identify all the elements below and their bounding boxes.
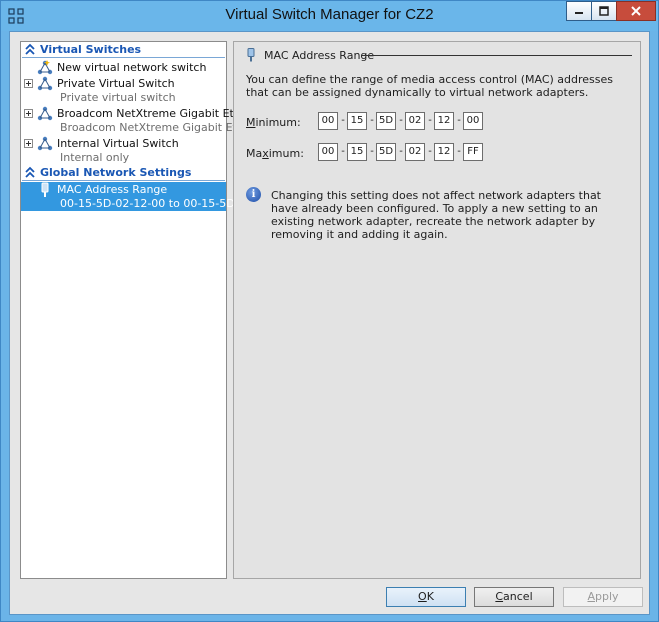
cancel-button[interactable]: Cancel <box>474 587 554 607</box>
network-switch-icon <box>37 76 53 91</box>
apply-access-key: A <box>587 590 595 603</box>
info-icon: i <box>246 187 261 202</box>
mac-address-icon <box>247 48 255 62</box>
window-title: Virtual Switch Manager for CZ2 <box>225 6 434 23</box>
switch-sublabel: Private virtual switch <box>60 91 176 104</box>
group-title: MAC Address Range <box>264 49 375 62</box>
maximum-octet-1[interactable]: 00 <box>318 143 338 161</box>
description-text: You can define the range of media access… <box>246 73 614 99</box>
mac-item-label: MAC Address Range <box>57 183 168 196</box>
maximum-octet-5[interactable]: 12 <box>434 143 454 161</box>
network-switch-icon <box>37 106 53 121</box>
maximize-button[interactable] <box>591 1 617 21</box>
maximum-octet-6[interactable]: FF <box>463 143 483 161</box>
maximum-label-prefix: Ma <box>246 147 263 160</box>
new-switch-icon <box>37 60 53 75</box>
ok-label: K <box>426 590 434 603</box>
maximum-label: Maximum: <box>246 147 304 160</box>
maximum-octet-2[interactable]: 15 <box>347 143 367 161</box>
octet-separator: - <box>341 146 345 157</box>
maximize-icon <box>599 6 609 16</box>
switch-item-broadcom[interactable]: Broadcom NetXtreme Gigabit Ether... Broa… <box>21 106 265 136</box>
maximum-label-text: imum: <box>268 147 304 160</box>
minimum-octet-3[interactable]: 5D <box>376 112 396 130</box>
virtual-switch-manager-window: Virtual Switch Manager for CZ2 Virtual S… <box>0 0 659 622</box>
minimum-octet-1[interactable]: 00 <box>318 112 338 130</box>
dialog-client-area: Virtual Switches New virtual network swi… <box>9 31 650 615</box>
expand-icon[interactable] <box>24 79 33 88</box>
octet-separator: - <box>370 115 374 126</box>
navigation-tree[interactable]: Virtual Switches New virtual network swi… <box>20 41 265 579</box>
collapse-chevron-icon <box>25 43 35 55</box>
cancel-access-key: C <box>495 590 504 603</box>
octet-separator: - <box>399 115 403 126</box>
octet-separator: - <box>399 146 403 157</box>
group-divider <box>362 55 632 56</box>
close-icon <box>631 6 641 16</box>
octet-separator: - <box>428 146 432 157</box>
octet-separator: - <box>341 115 345 126</box>
close-button[interactable] <box>616 1 656 21</box>
apply-label: pply <box>595 590 619 603</box>
octet-separator: - <box>370 146 374 157</box>
mac-item-sublabel: 00-15-5D-02-12-00 to 00-15-5D-0... <box>60 197 257 210</box>
ok-access-key: O <box>418 590 427 603</box>
info-text: Changing this setting does not affect ne… <box>271 189 601 241</box>
minimum-octet-2[interactable]: 15 <box>347 112 367 130</box>
switch-sublabel: Internal only <box>60 151 130 164</box>
minimum-label-text: inimum: <box>255 116 301 129</box>
maximum-octet-3[interactable]: 5D <box>376 143 396 161</box>
network-switch-icon <box>37 136 53 151</box>
octet-separator: - <box>428 115 432 126</box>
minimize-icon <box>575 12 583 14</box>
minimum-octet-6[interactable]: 00 <box>463 112 483 130</box>
title-bar[interactable]: Virtual Switch Manager for CZ2 <box>1 1 658 31</box>
ok-button[interactable]: OK <box>386 587 466 607</box>
virtual-switches-header-label: Virtual Switches <box>40 43 142 56</box>
switch-item-private[interactable]: Private Virtual Switch Private virtual s… <box>21 76 226 106</box>
minimize-button[interactable] <box>566 1 592 21</box>
cancel-label: ancel <box>503 590 533 603</box>
expand-icon[interactable] <box>24 139 33 148</box>
global-settings-header-label: Global Network Settings <box>40 166 192 179</box>
minimum-label: Minimum: <box>246 116 301 129</box>
maximum-octet-4[interactable]: 02 <box>405 143 425 161</box>
octet-separator: - <box>457 146 461 157</box>
switch-label: Internal Virtual Switch <box>57 137 179 150</box>
virtual-switches-header[interactable]: Virtual Switches <box>22 43 225 58</box>
expand-icon[interactable] <box>24 109 33 118</box>
new-switch-label: New virtual network switch <box>57 61 207 74</box>
minimum-access-key: M <box>246 116 256 129</box>
switch-label: Private Virtual Switch <box>57 77 175 90</box>
switch-item-internal[interactable]: Internal Virtual Switch Internal only <box>21 136 226 166</box>
mac-address-icon <box>41 182 49 197</box>
octet-separator: - <box>457 115 461 126</box>
mac-address-range-item[interactable]: MAC Address Range 00-15-5D-02-12-00 to 0… <box>21 182 256 211</box>
minimum-octet-4[interactable]: 02 <box>405 112 425 130</box>
switch-label: Broadcom NetXtreme Gigabit Ether... <box>57 107 262 120</box>
collapse-chevron-icon <box>25 166 35 178</box>
global-network-settings-header[interactable]: Global Network Settings <box>22 166 225 181</box>
new-virtual-switch-item[interactable]: New virtual network switch <box>21 60 226 76</box>
details-pane: MAC Address Range You can define the ran… <box>233 41 641 579</box>
minimum-octet-5[interactable]: 12 <box>434 112 454 130</box>
apply-button[interactable]: Apply <box>563 587 643 607</box>
